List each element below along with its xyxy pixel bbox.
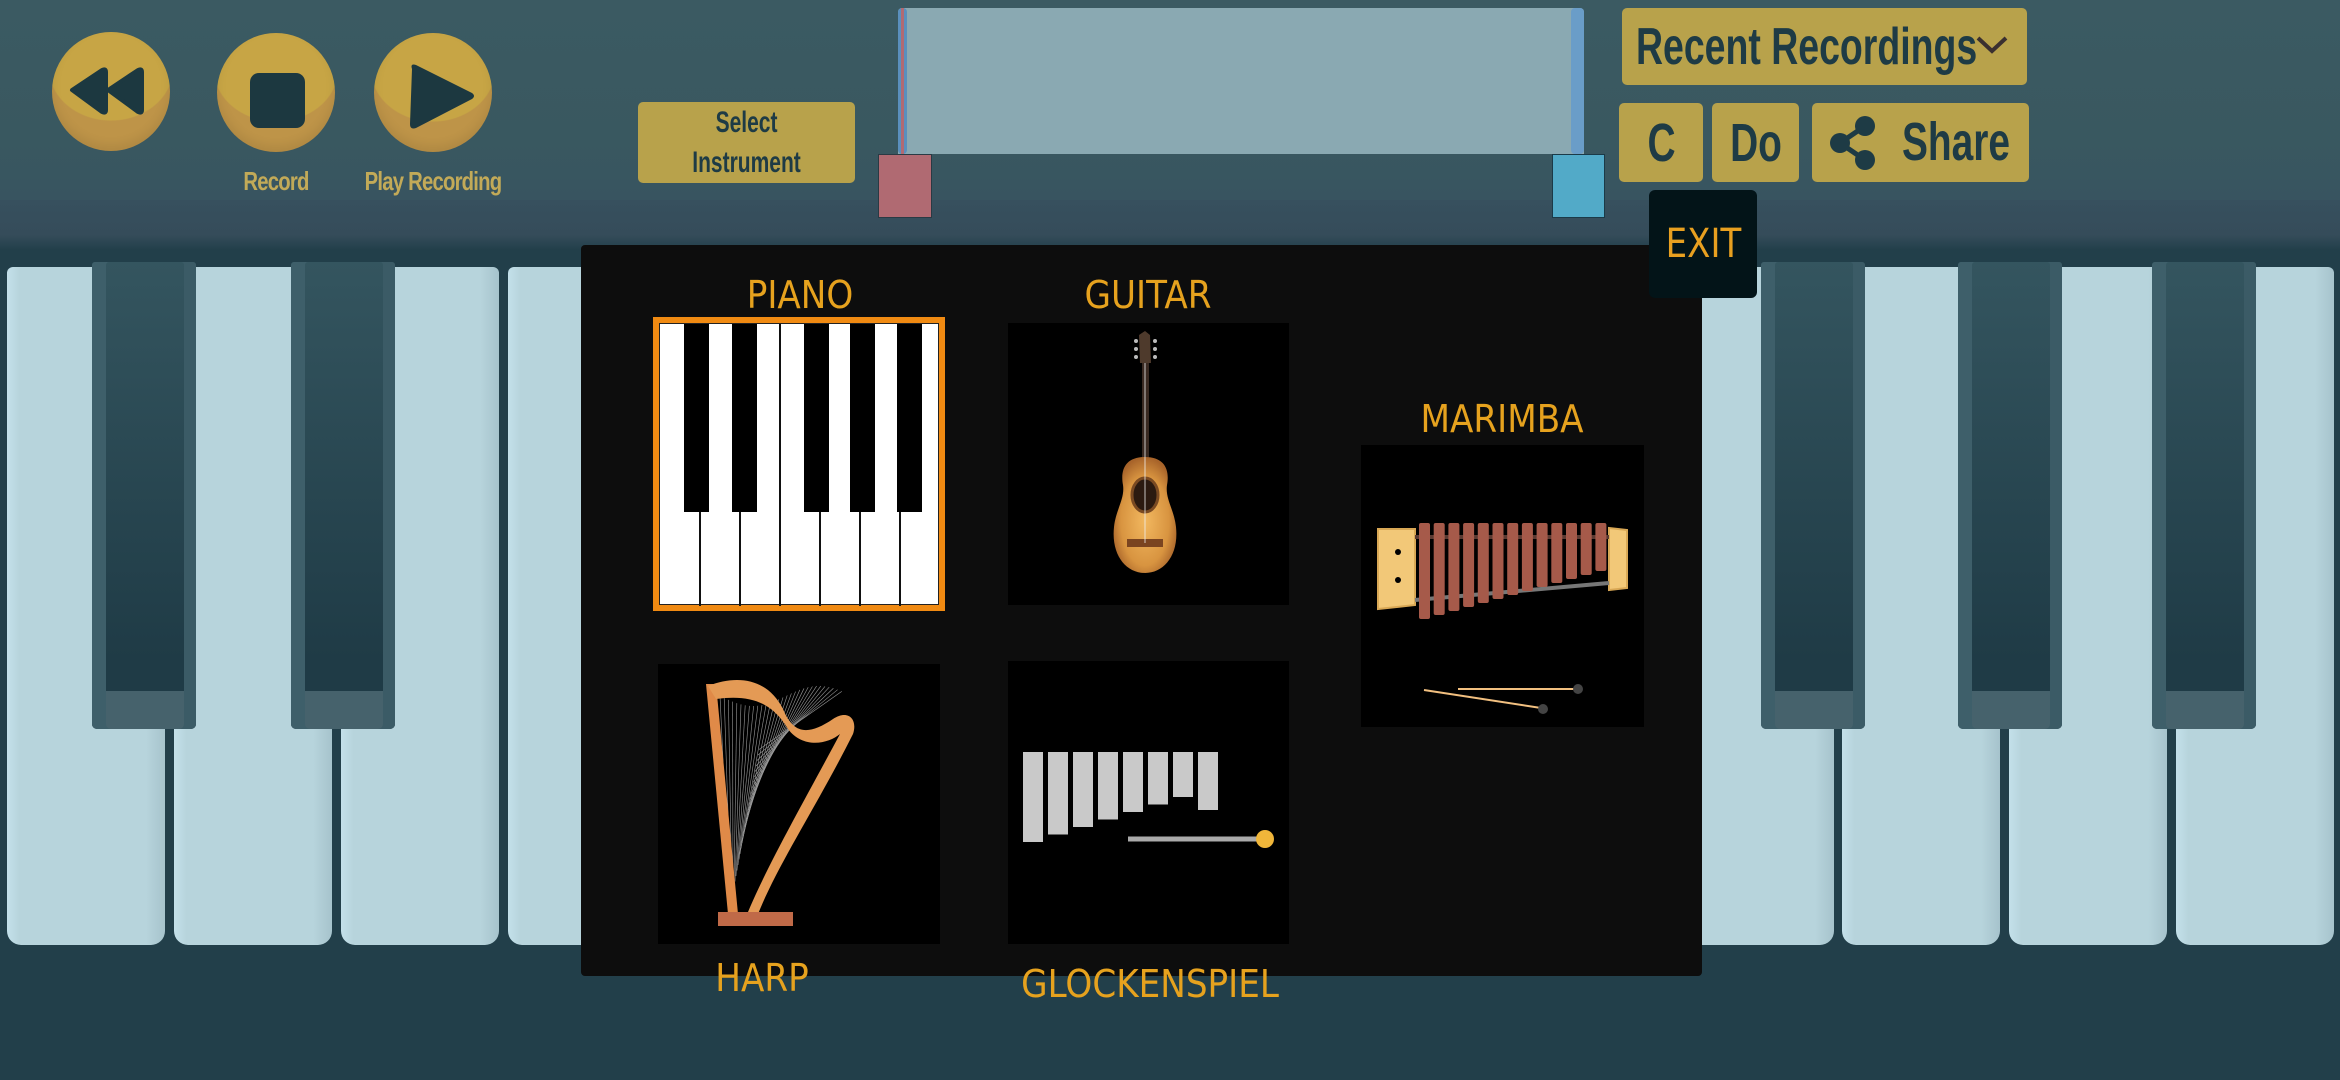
instrument-label-guitar: GUITAR [1084,273,1212,317]
harp-string [740,704,767,849]
marimba-bar [1566,523,1577,579]
share-label: Share [1902,112,2011,172]
play-recording-label: Play Recording [364,166,502,196]
keyboard-top-rail [0,200,2340,250]
marimba-bar [1507,523,1519,595]
record-button[interactable] [217,33,335,152]
harp-string [733,703,738,888]
black-key-a-sharp-9[interactable] [2152,262,2257,729]
glockenspiel-bar [1023,752,1043,842]
glockenspiel-bar [1073,752,1093,827]
recording-timeline[interactable] [898,8,1584,154]
marimba-bar [1477,523,1489,603]
black-key-g-sharp-8[interactable] [1958,262,2063,729]
marimba-icon [1377,523,1628,714]
instrument-card-guitar[interactable] [1008,323,1289,605]
instrument-label-glockenspiel: GLOCKENSPIEL [1021,962,1279,1006]
instrument-card-piano[interactable] [653,317,945,611]
instrument-label-marimba: MARIMBA [1420,397,1584,441]
marimba-bar [1492,523,1504,599]
instrument-card-glockenspiel[interactable] [1008,661,1289,944]
timeline-start-handle[interactable] [878,154,932,218]
timeline-end-marker [1571,8,1584,154]
select-instrument-label-line2: Instrument [692,145,801,179]
guitar-icon [1113,331,1177,573]
glockenspiel-bar [1098,752,1118,820]
recent-recordings-label: Recent Recordings [1636,17,1978,76]
black-key-c-sharp-0[interactable] [91,262,196,729]
play-icon [410,64,474,129]
instrument-label-piano: PIANO [746,273,854,317]
instrument-card-marimba[interactable] [1361,445,1644,727]
record-label: Record [243,166,309,196]
marimba-bar [1551,523,1563,583]
instrument-card-harp[interactable] [658,664,940,944]
timeline-end-handle[interactable] [1552,154,1605,218]
marimba-bar [1433,523,1445,615]
note-label-do: Do [1729,112,1782,173]
exit-button[interactable]: EXIT [1649,190,1757,298]
share-icon [1830,116,1875,170]
select-instrument-button[interactable]: Select Instrument [638,102,855,183]
glockenspiel-bar [1173,752,1193,797]
note-label-do-button[interactable]: Do [1712,103,1799,182]
black-key-d-sharp-1[interactable] [290,262,395,729]
harp-icon [706,679,855,926]
marimba-bar [1536,523,1548,587]
chevron-down-icon [1976,36,2008,54]
select-instrument-label-line1: Select [715,105,778,139]
share-button[interactable]: Share [1812,103,2029,182]
note-label-c: C [1646,112,1676,173]
exit-label: EXIT [1665,221,1741,267]
note-label-c-button[interactable]: C [1619,103,1703,182]
timeline-start-marker [898,8,907,154]
rewind-button[interactable] [52,32,170,151]
marimba-bar [1580,523,1592,575]
glockenspiel-bar [1123,752,1143,812]
black-key-f-sharp-7[interactable] [1761,262,1866,729]
glockenspiel-bar [1048,752,1068,835]
instrument-label-harp: HARP [715,956,809,1000]
recent-recordings-dropdown[interactable]: Recent Recordings [1622,8,2027,85]
glockenspiel-bar [1148,752,1168,805]
play-recording-button[interactable] [374,33,492,152]
marimba-bar [1595,523,1607,571]
stop-icon [250,73,305,128]
marimba-bar [1419,523,1430,619]
glockenspiel-icon [1023,752,1274,848]
marimba-bar [1521,523,1533,591]
marimba-bar [1448,523,1460,611]
rewind-icon [70,67,144,115]
glockenspiel-bar [1198,752,1218,810]
marimba-bar [1463,523,1475,607]
piano-keys-icon [659,323,939,606]
